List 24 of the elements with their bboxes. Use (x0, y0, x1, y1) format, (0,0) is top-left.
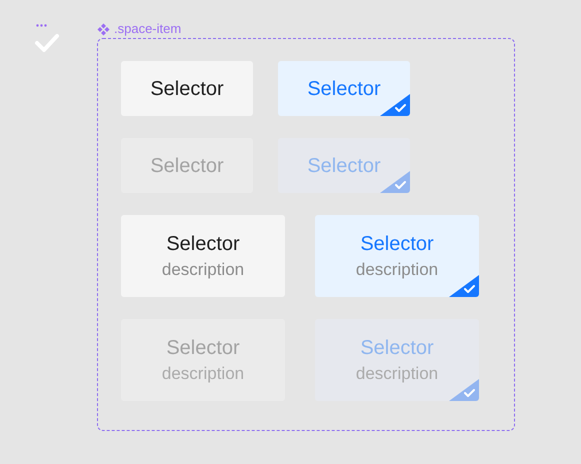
option-title: Selector (360, 336, 434, 360)
more-icon[interactable] (36, 24, 47, 27)
component-icon (97, 22, 110, 36)
option-description: description (162, 364, 244, 384)
option-description: description (356, 260, 438, 280)
selector-option[interactable]: Selector (121, 61, 253, 116)
check-corner-icon (449, 275, 479, 297)
check-corner-icon (380, 171, 410, 193)
option-title: Selector (307, 154, 381, 178)
option-title: Selector (166, 232, 240, 256)
check-corner-icon (380, 94, 410, 116)
check-corner-icon (449, 379, 479, 401)
component-label: .space-item (114, 22, 182, 36)
checkmark-icon (34, 33, 60, 53)
option-title: Selector (150, 154, 224, 178)
option-title: Selector (166, 336, 240, 360)
option-title: Selector (360, 232, 434, 256)
option-title: Selector (307, 76, 381, 100)
selector-option[interactable]: Selector description (121, 215, 285, 297)
option-description: description (356, 364, 438, 384)
option-title: Selector (150, 76, 224, 100)
selector-option[interactable]: Selector description (315, 215, 479, 297)
option-description: description (162, 260, 244, 280)
selector-option[interactable]: Selector (278, 61, 410, 116)
